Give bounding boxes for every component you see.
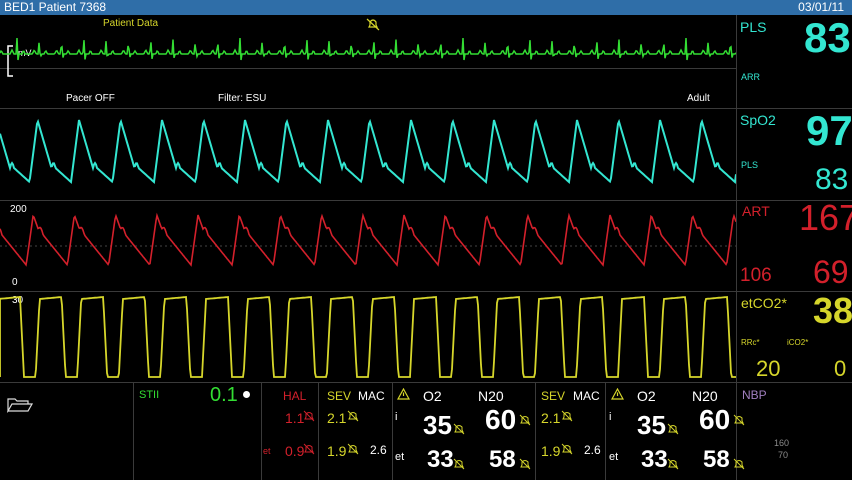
mac-value: 2.6 bbox=[370, 443, 387, 457]
co2-waveform bbox=[0, 296, 736, 378]
et-label-b: et bbox=[609, 451, 619, 463]
sev2-et-value: 1.9 bbox=[541, 443, 561, 459]
divider bbox=[736, 15, 737, 480]
hal-label: HAL bbox=[283, 389, 307, 403]
hal-et-label: et bbox=[263, 446, 271, 456]
art-waveform bbox=[0, 212, 736, 267]
nbp-low-value: 70 bbox=[778, 450, 789, 460]
o2-insp-value: 35 bbox=[423, 410, 452, 440]
sev-et-value: 1.9 bbox=[327, 443, 347, 459]
arr-label: ARR bbox=[741, 72, 761, 82]
n2ob-et-value: 58 bbox=[703, 446, 730, 473]
warning-icon bbox=[611, 388, 624, 400]
n2ob-label: N20 bbox=[692, 388, 718, 404]
bell-mute-icon bbox=[667, 423, 679, 435]
art-mean-value: 69 bbox=[813, 254, 849, 290]
alarm-off-icon[interactable] bbox=[366, 17, 380, 31]
patient-mode: Adult bbox=[687, 93, 710, 104]
filter-status: Filter: ESU bbox=[218, 93, 267, 104]
sev-insp-value: 2.1 bbox=[327, 410, 347, 426]
n2o-insp-value: 60 bbox=[485, 404, 517, 435]
sev-label: SEV bbox=[327, 389, 352, 403]
o2b-et-value: 33 bbox=[641, 446, 668, 473]
nbp-label: NBP bbox=[742, 388, 767, 402]
bell-mute-icon bbox=[347, 410, 359, 422]
divider bbox=[133, 382, 134, 480]
divider bbox=[0, 291, 852, 292]
pacer-status: Pacer OFF bbox=[66, 93, 115, 104]
divider bbox=[0, 200, 852, 201]
st-label: STII bbox=[139, 389, 160, 401]
o2b-insp-value: 35 bbox=[637, 410, 666, 440]
pls-value: 83 bbox=[804, 14, 851, 61]
art-value: 167 bbox=[799, 197, 852, 238]
hal-et-value: 0.9 bbox=[285, 443, 305, 459]
bell-mute-icon bbox=[519, 458, 531, 470]
bell-mute-icon bbox=[303, 443, 315, 455]
sev2-label: SEV bbox=[541, 389, 566, 403]
o2-label: O2 bbox=[423, 388, 442, 404]
divider bbox=[261, 382, 262, 480]
dot-icon bbox=[243, 391, 250, 398]
divider bbox=[0, 382, 852, 383]
o2b-label: O2 bbox=[637, 388, 656, 404]
etco2-label: etCO2* bbox=[741, 295, 787, 311]
bell-mute-icon bbox=[519, 414, 531, 426]
bell-mute-icon bbox=[347, 443, 359, 455]
bell-mute-icon bbox=[733, 414, 745, 426]
bell-mute-icon bbox=[561, 443, 573, 455]
title-bar bbox=[0, 0, 852, 15]
hal-insp-value: 1.1 bbox=[285, 410, 305, 426]
pleth-waveform bbox=[0, 118, 736, 185]
date-display: 03/01/11 bbox=[798, 0, 844, 14]
insp-label-b: i bbox=[609, 411, 612, 423]
sev2-insp-value: 2.1 bbox=[541, 410, 561, 426]
bell-mute-icon bbox=[667, 458, 679, 470]
n2o-et-value: 58 bbox=[489, 446, 516, 473]
art-low-value: 106 bbox=[740, 265, 772, 286]
ecg-label: Patient Data bbox=[103, 18, 159, 29]
mac-label: MAC bbox=[358, 389, 385, 403]
spo2-label: SpO2 bbox=[740, 112, 776, 128]
bell-mute-icon bbox=[733, 458, 745, 470]
spo2-value: 97 bbox=[806, 107, 852, 154]
n2ob-insp-value: 60 bbox=[699, 404, 731, 435]
divider bbox=[318, 382, 319, 480]
bell-mute-icon bbox=[453, 458, 465, 470]
ico2-label: iCO2* bbox=[787, 338, 809, 347]
patient-title: BED1 Patient 7368 bbox=[4, 0, 107, 14]
rrc-value: 20 bbox=[756, 356, 781, 381]
o2-et-value: 33 bbox=[427, 446, 454, 473]
warning-icon bbox=[397, 388, 410, 400]
divider bbox=[392, 382, 393, 480]
insp-label: i bbox=[395, 411, 398, 423]
nbp-high-value: 160 bbox=[774, 438, 790, 448]
mac2-value: 2.6 bbox=[584, 443, 601, 457]
divider bbox=[0, 108, 852, 109]
art-label: ART bbox=[742, 203, 770, 219]
mac2-label: MAC bbox=[573, 389, 600, 403]
divider bbox=[605, 382, 606, 480]
st-value: 0.1 bbox=[210, 384, 238, 406]
bell-mute-icon bbox=[453, 423, 465, 435]
spo2-pls-label: PLS bbox=[741, 160, 759, 170]
pls-label: PLS bbox=[740, 19, 767, 35]
bell-mute-icon bbox=[561, 410, 573, 422]
ico2-value: 0 bbox=[834, 356, 847, 381]
rrc-label: RRc* bbox=[741, 338, 760, 347]
divider bbox=[535, 382, 536, 480]
bell-mute-icon bbox=[303, 410, 315, 422]
et-label: et bbox=[395, 451, 405, 463]
ecg-waveform bbox=[0, 37, 736, 61]
n2o-label: N20 bbox=[478, 388, 504, 404]
folder-icon[interactable] bbox=[6, 395, 34, 413]
etco2-value: 38 bbox=[813, 290, 852, 331]
spo2-pls-value: 83 bbox=[815, 163, 849, 196]
